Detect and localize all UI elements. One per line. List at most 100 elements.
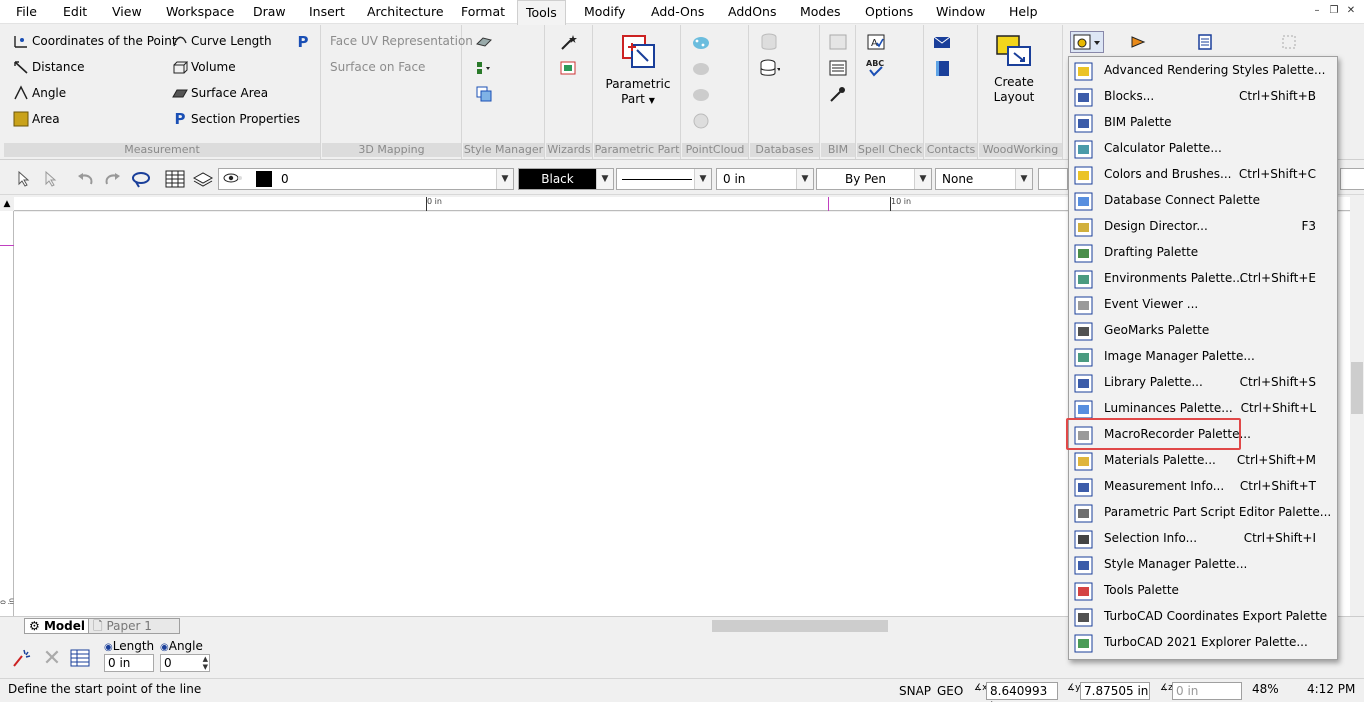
line-width-combo[interactable]: 0 in ▼ [716,168,814,190]
menu-options[interactable]: Options [857,0,921,24]
style-grid-icon[interactable] [473,57,495,79]
palette-menu-item[interactable]: Measurement Info... Ctrl+Shift+T [1069,474,1337,500]
wizard-wand-icon[interactable] [558,31,580,53]
wizard-frame-icon[interactable] [558,57,580,79]
style-layers-icon[interactable] [473,83,495,105]
extra-combo[interactable] [1038,168,1068,190]
palette-menu-item[interactable]: Database Connect Palette [1069,188,1337,214]
palette-menu-item[interactable]: Drafting Palette [1069,240,1337,266]
chevron-down-icon[interactable]: ▼ [796,169,813,189]
tab-model[interactable]: ⚙ Model [24,618,92,634]
section-properties-button[interactable]: P Section Properties [171,108,301,130]
menu-format[interactable]: Format [453,0,513,24]
curve-length-button[interactable]: Curve Length [171,30,272,52]
ruler-corner-icon[interactable]: ▲ [0,197,14,211]
angle-spinner-icon[interactable]: ▲ ▼ [203,655,208,671]
right-combo-fragment[interactable] [1340,168,1364,190]
lock-icon[interactable]: ◉ [160,642,169,653]
menu-draw[interactable]: Draw [245,0,294,24]
palette-menu-item[interactable]: Colors and Brushes... Ctrl+Shift+C [1069,162,1337,188]
pen-combo[interactable]: By Pen ▼ [816,168,932,190]
properties-p-icon[interactable]: P [292,31,314,53]
y-coordinate-field[interactable]: 7.87505 in [1080,682,1150,700]
bim-list-icon[interactable] [827,57,849,79]
palette-menu-item[interactable]: BIM Palette [1069,110,1337,136]
menu-modes[interactable]: Modes [792,0,849,24]
line-tool-icon[interactable] [12,647,34,669]
grid-table-icon[interactable] [164,168,186,190]
ribbon-doc-icon[interactable] [1194,31,1216,53]
volume-button[interactable]: Volume [171,56,236,78]
menu-view[interactable]: View [104,0,150,24]
menu-window[interactable]: Window [928,0,993,24]
coordinates-button[interactable]: Coordinates of the Point [12,30,177,52]
chevron-down-icon[interactable]: ▼ [1015,169,1032,189]
inspector-table-icon[interactable] [69,647,91,669]
tab-paper-1[interactable]: 🗋 Paper 1 [88,618,180,634]
palette-menu-item[interactable]: TurboCAD 2021 Explorer Palette... [1069,630,1337,656]
pattern-combo[interactable]: None ▼ [935,168,1033,190]
surface-area-button[interactable]: Surface Area [171,82,268,104]
contacts-mail-icon[interactable] [931,31,953,53]
menu-tools[interactable]: Tools [517,0,566,25]
spellcheck-a-icon[interactable]: A [865,31,887,53]
chevron-down-icon[interactable]: ▼ [914,169,931,189]
palette-menu-item[interactable]: GeoMarks Palette [1069,318,1337,344]
layer-combo[interactable]: 0 ▼ [218,168,514,190]
z-coordinate-field[interactable]: 0 in [1172,682,1242,700]
menu-add-ons[interactable]: Add-Ons [643,0,712,24]
menu-addons[interactable]: AddOns [720,0,784,24]
palette-menu-item[interactable]: Tools Palette [1069,578,1337,604]
horizontal-scrollbar[interactable] [188,619,1068,633]
database-icon[interactable] [758,57,780,79]
vertical-scroll-thumb[interactable] [1351,362,1363,414]
vertical-scrollbar[interactable] [1350,197,1364,616]
close-icon[interactable]: ✕ [1344,4,1358,18]
palette-menu-item[interactable]: Event Viewer ... [1069,292,1337,318]
chevron-down-icon[interactable]: ▼ [694,169,711,189]
restore-icon[interactable]: ❐ [1327,4,1341,18]
color-combo[interactable]: Black ▼ [518,168,614,190]
palette-menu-item[interactable]: Calculator Palette... [1069,136,1337,162]
lock-icon[interactable]: ◉ [104,642,113,653]
surface-on-face-button[interactable]: Surface on Face [330,56,425,78]
angle-input[interactable]: 0 ▲ ▼ [160,654,210,672]
snap-toggle[interactable]: SNAP [899,684,931,698]
distance-button[interactable]: Distance [12,56,84,78]
palette-menu-item[interactable]: Style Manager Palette... [1069,552,1337,578]
spellcheck-abc-icon[interactable]: ABC [865,57,887,79]
redo-icon[interactable] [102,168,124,190]
menu-file[interactable]: File [8,0,45,24]
palettes-dropdown-button[interactable] [1070,31,1104,53]
bim-wand-icon[interactable] [827,83,849,105]
geo-toggle[interactable]: GEO [937,684,963,698]
menu-modify[interactable]: Modify [576,0,633,24]
menu-workspace[interactable]: Workspace [158,0,242,24]
palette-menu-item[interactable]: Selection Info... Ctrl+Shift+I [1069,526,1337,552]
palette-menu-item[interactable]: Design Director... F3 [1069,214,1337,240]
lasso-icon[interactable] [130,168,152,190]
palette-menu-item[interactable]: TurboCAD Coordinates Export Palette [1069,604,1337,630]
palette-menu-item[interactable]: Parametric Part Script Editor Palette... [1069,500,1337,526]
chevron-down-icon[interactable]: ▼ [496,169,513,189]
palette-menu-item[interactable]: Advanced Rendering Styles Palette... [1069,58,1337,84]
cancel-x-icon[interactable]: ✕ [41,646,63,671]
minimize-icon[interactable]: – [1310,4,1324,18]
palette-menu-item[interactable]: Materials Palette... Ctrl+Shift+M [1069,448,1337,474]
parametric-part-button[interactable]: Parametric Part ▼ [598,33,678,108]
layers-icon[interactable] [192,168,214,190]
palette-menu-item[interactable]: Environments Palette... Ctrl+Shift+E [1069,266,1337,292]
undo-icon[interactable] [74,168,96,190]
angle-button[interactable]: Angle [12,82,66,104]
style-hand-icon[interactable] [473,31,495,53]
horizontal-scroll-thumb[interactable] [712,620,888,632]
contacts-book-icon[interactable] [931,57,953,79]
chevron-down-icon[interactable]: ▼ [596,169,613,189]
palette-menu-item[interactable]: Image Manager Palette... [1069,344,1337,370]
line-style-combo[interactable]: ▼ [616,168,712,190]
x-coordinate-field[interactable]: 8.640993 in [986,682,1058,702]
menu-architecture[interactable]: Architecture [359,0,452,24]
area-button[interactable]: Area [12,108,60,130]
eye-icon[interactable] [223,171,243,189]
menu-help[interactable]: Help [1001,0,1046,24]
